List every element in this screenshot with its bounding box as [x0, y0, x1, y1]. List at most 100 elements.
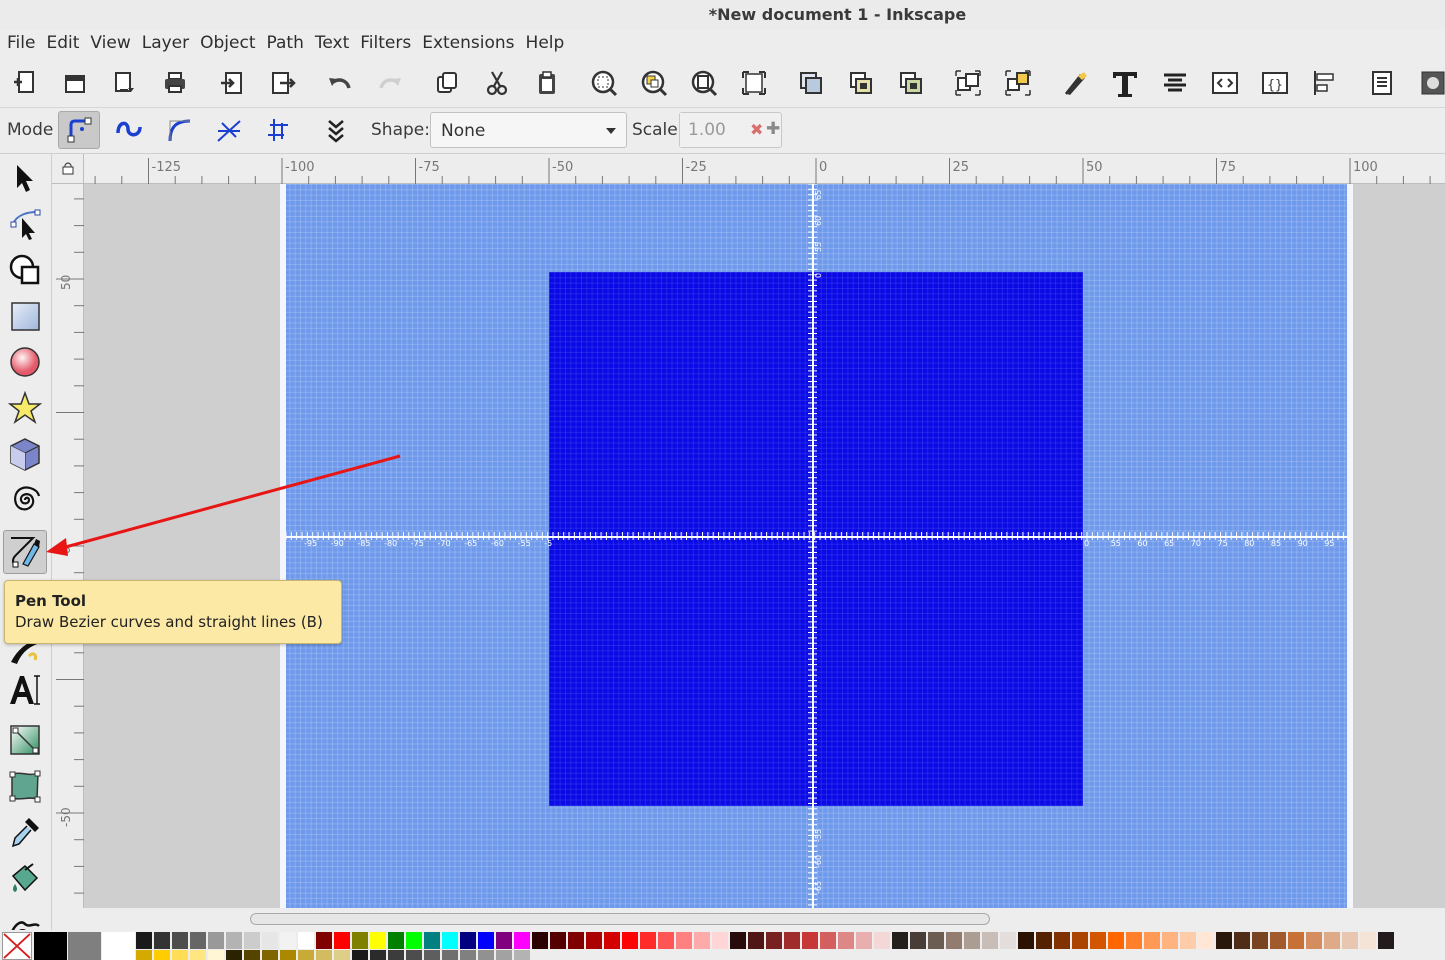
- color-swatch[interactable]: [334, 950, 351, 960]
- color-swatch[interactable]: [442, 932, 459, 949]
- color-swatch[interactable]: [102, 932, 135, 960]
- vertical-ruler[interactable]: 50 0 -50: [52, 184, 84, 908]
- menu-text[interactable]: Text: [310, 30, 355, 58]
- copy-icon[interactable]: [430, 66, 464, 100]
- color-swatch[interactable]: [514, 932, 531, 949]
- scale-input[interactable]: [680, 113, 748, 147]
- color-swatch[interactable]: [1234, 932, 1251, 949]
- color-swatch[interactable]: [316, 932, 333, 949]
- group-icon[interactable]: [951, 66, 985, 100]
- duplicate-icon[interactable]: [794, 66, 828, 100]
- color-swatch[interactable]: [424, 932, 441, 949]
- color-swatch[interactable]: [460, 950, 477, 960]
- color-swatch[interactable]: [1216, 932, 1233, 949]
- scrollbar-thumb[interactable]: [250, 913, 990, 925]
- save-document-icon[interactable]: [108, 66, 142, 100]
- color-swatch[interactable]: [892, 932, 909, 949]
- color-swatch[interactable]: [244, 932, 261, 949]
- unlink-clone-icon[interactable]: [894, 66, 928, 100]
- menu-view[interactable]: View: [85, 30, 136, 58]
- cut-icon[interactable]: [480, 66, 514, 100]
- color-swatch[interactable]: [784, 932, 801, 949]
- color-swatch[interactable]: [1090, 932, 1107, 949]
- xml-editor-icon[interactable]: [1208, 66, 1242, 100]
- color-swatch[interactable]: [694, 932, 711, 949]
- scale-spinbutton[interactable]: ✖ ✚: [679, 112, 782, 148]
- color-swatch[interactable]: [568, 932, 585, 949]
- node-tool[interactable]: [3, 202, 47, 246]
- fill-stroke-icon[interactable]: [1058, 66, 1092, 100]
- tweak-tool[interactable]: [3, 902, 47, 930]
- color-swatch[interactable]: [712, 932, 729, 949]
- color-swatch[interactable]: [1000, 932, 1017, 949]
- color-swatch[interactable]: [874, 932, 891, 949]
- align-distribute-icon[interactable]: [1158, 66, 1192, 100]
- print-icon[interactable]: [158, 66, 192, 100]
- rectangle-tool[interactable]: [3, 294, 47, 338]
- color-swatch[interactable]: [910, 932, 927, 949]
- color-swatch[interactable]: [334, 932, 351, 949]
- selector-tool[interactable]: [3, 156, 47, 200]
- redo-icon[interactable]: [373, 66, 407, 100]
- lock-icon[interactable]: [61, 161, 75, 175]
- color-swatch[interactable]: [262, 932, 279, 949]
- text-tool[interactable]: [3, 668, 47, 712]
- color-swatch[interactable]: [226, 950, 243, 960]
- shape-select[interactable]: None: [430, 112, 627, 148]
- color-swatch[interactable]: [352, 932, 369, 949]
- color-swatch[interactable]: [766, 932, 783, 949]
- color-swatch[interactable]: [1018, 932, 1035, 949]
- color-swatch[interactable]: [1342, 932, 1359, 949]
- more-options-button[interactable]: [315, 111, 357, 149]
- color-swatch[interactable]: [820, 932, 837, 949]
- color-swatch[interactable]: [262, 950, 279, 960]
- selectors-css-icon[interactable]: {}: [1258, 66, 1292, 100]
- color-swatch[interactable]: [460, 932, 477, 949]
- color-swatch[interactable]: [1126, 932, 1143, 949]
- drawing-canvas[interactable]: -95 -90 -85 -80 -75 -70 -65 -60 -55 -5 0 55 60 65 70 75…: [84, 184, 1445, 908]
- color-swatch[interactable]: [1054, 932, 1071, 949]
- menu-path[interactable]: Path: [262, 30, 310, 58]
- menu-layer[interactable]: Layer: [137, 30, 195, 58]
- ellipse-tool[interactable]: [3, 340, 47, 384]
- paste-icon[interactable]: [530, 66, 564, 100]
- color-swatch[interactable]: [370, 950, 387, 960]
- undo-icon[interactable]: [323, 66, 357, 100]
- color-swatch[interactable]: [928, 932, 945, 949]
- color-swatch[interactable]: [1270, 932, 1287, 949]
- pen-tool[interactable]: [3, 530, 47, 574]
- color-swatch[interactable]: [1378, 932, 1395, 949]
- color-swatch[interactable]: [622, 932, 639, 949]
- color-swatch[interactable]: [136, 932, 153, 949]
- document-properties-icon[interactable]: [1365, 66, 1399, 100]
- straight-lines-mode-button[interactable]: [208, 111, 250, 149]
- decrement-icon[interactable]: ✖: [750, 120, 763, 139]
- open-document-icon[interactable]: [58, 66, 92, 100]
- color-swatch[interactable]: [298, 932, 315, 949]
- color-swatch[interactable]: [496, 932, 513, 949]
- color-swatch[interactable]: [1198, 932, 1215, 949]
- color-swatch[interactable]: [226, 932, 243, 949]
- color-swatch[interactable]: [68, 932, 101, 960]
- paraxial-mode-button[interactable]: [258, 111, 300, 149]
- color-swatch[interactable]: [964, 932, 981, 949]
- spiral-tool[interactable]: [3, 478, 47, 522]
- color-swatch[interactable]: [1144, 932, 1161, 949]
- color-swatch[interactable]: [208, 950, 225, 960]
- color-swatch[interactable]: [1036, 932, 1053, 949]
- color-swatch[interactable]: [1072, 932, 1089, 949]
- menu-filters[interactable]: Filters: [355, 30, 417, 58]
- color-swatch[interactable]: [1162, 932, 1179, 949]
- color-swatch[interactable]: [514, 950, 531, 960]
- color-swatch[interactable]: [406, 950, 423, 960]
- menu-file[interactable]: File: [2, 30, 41, 58]
- import-icon[interactable]: [215, 66, 249, 100]
- color-swatch[interactable]: [532, 932, 549, 949]
- color-swatch[interactable]: [352, 950, 369, 960]
- spiro-mode-button[interactable]: [108, 111, 150, 149]
- color-swatch[interactable]: [442, 950, 459, 960]
- color-swatch[interactable]: [676, 932, 693, 949]
- color-swatch[interactable]: [1252, 932, 1269, 949]
- bezier-mode-button[interactable]: [58, 111, 100, 149]
- export-icon[interactable]: [266, 66, 300, 100]
